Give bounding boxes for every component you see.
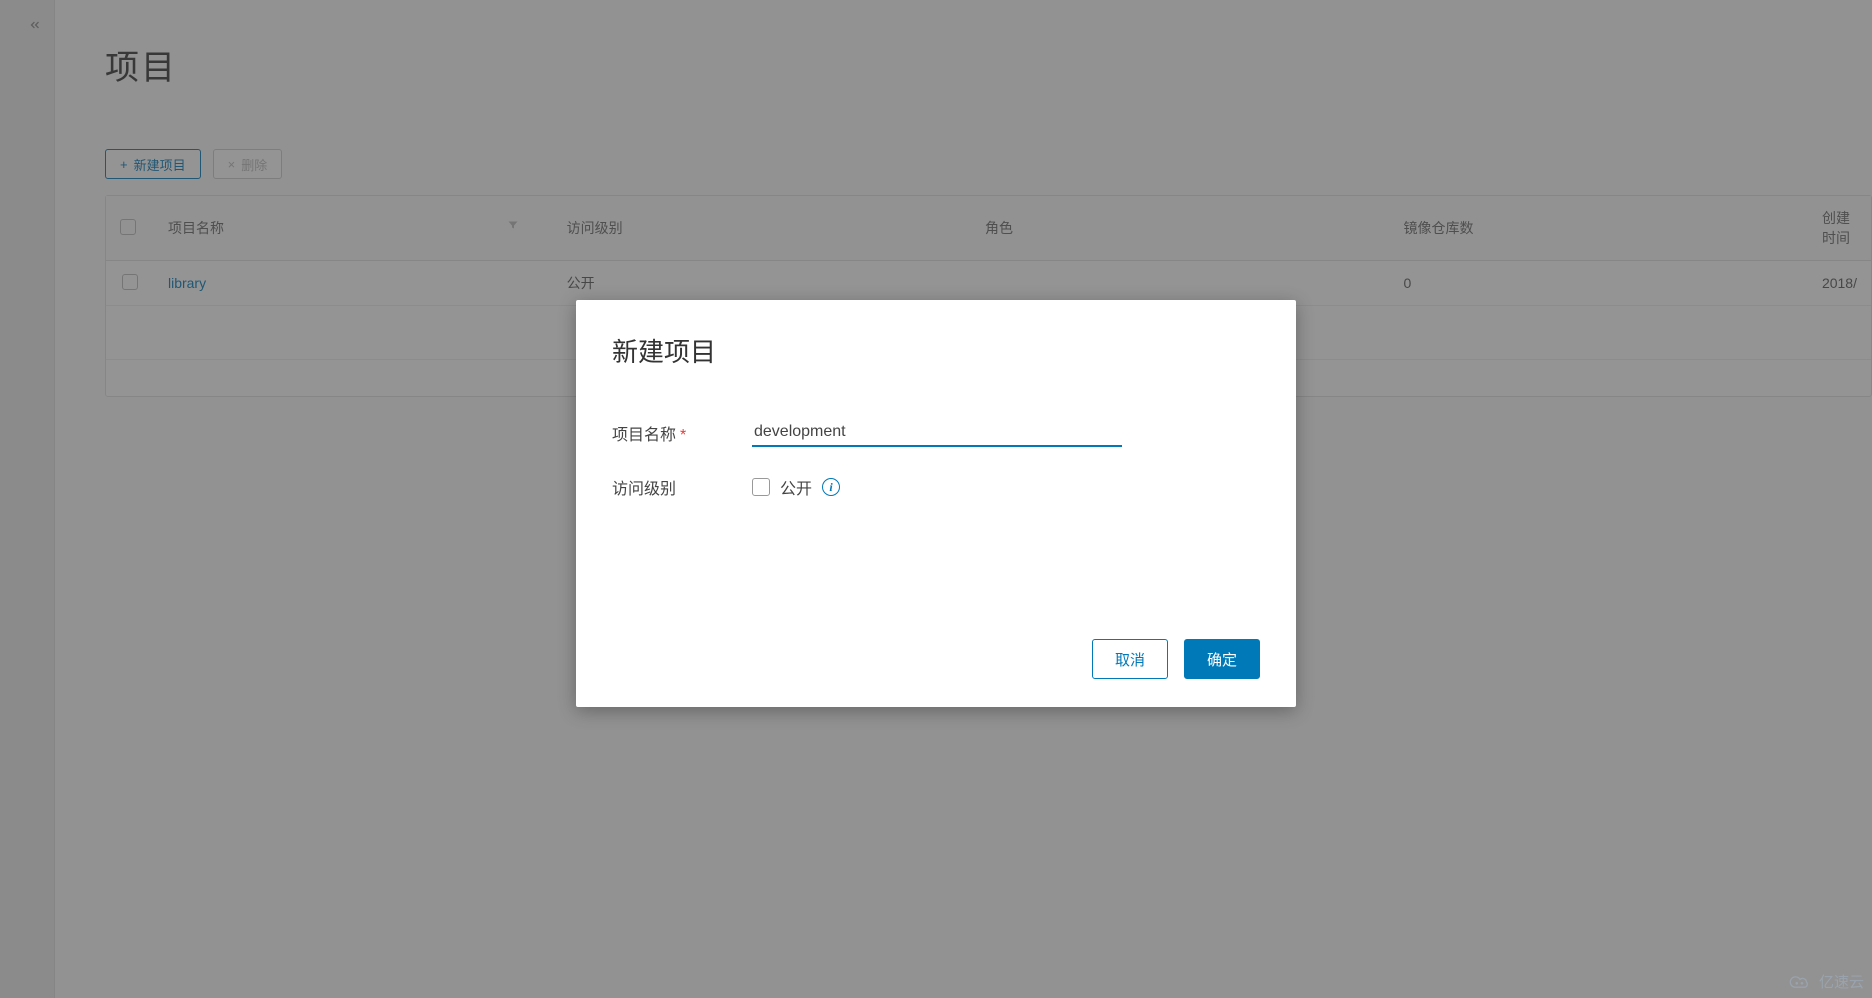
modal-actions: 取消 确定 <box>612 639 1260 679</box>
watermark-logo-icon <box>1787 973 1813 991</box>
modal-overlay[interactable]: 新建项目 项目名称* 访问级别 公开 i 取消 确定 <box>0 0 1872 998</box>
watermark: 亿速云 <box>1787 971 1864 992</box>
watermark-text: 亿速云 <box>1819 971 1864 992</box>
project-name-row: 项目名称* <box>612 419 1260 447</box>
info-icon[interactable]: i <box>822 478 840 496</box>
public-checkbox[interactable] <box>752 478 770 496</box>
access-level-row: 访问级别 公开 i <box>612 475 1260 499</box>
project-name-label: 项目名称* <box>612 421 752 445</box>
new-project-modal: 新建项目 项目名称* 访问级别 公开 i 取消 确定 <box>576 300 1296 707</box>
cancel-button[interactable]: 取消 <box>1092 639 1168 679</box>
access-level-label: 访问级别 <box>612 475 752 499</box>
modal-title: 新建项目 <box>612 332 1260 369</box>
confirm-button[interactable]: 确定 <box>1184 639 1260 679</box>
public-label: 公开 <box>780 475 812 499</box>
required-asterisk: * <box>680 427 686 444</box>
project-name-input[interactable] <box>752 419 1122 447</box>
